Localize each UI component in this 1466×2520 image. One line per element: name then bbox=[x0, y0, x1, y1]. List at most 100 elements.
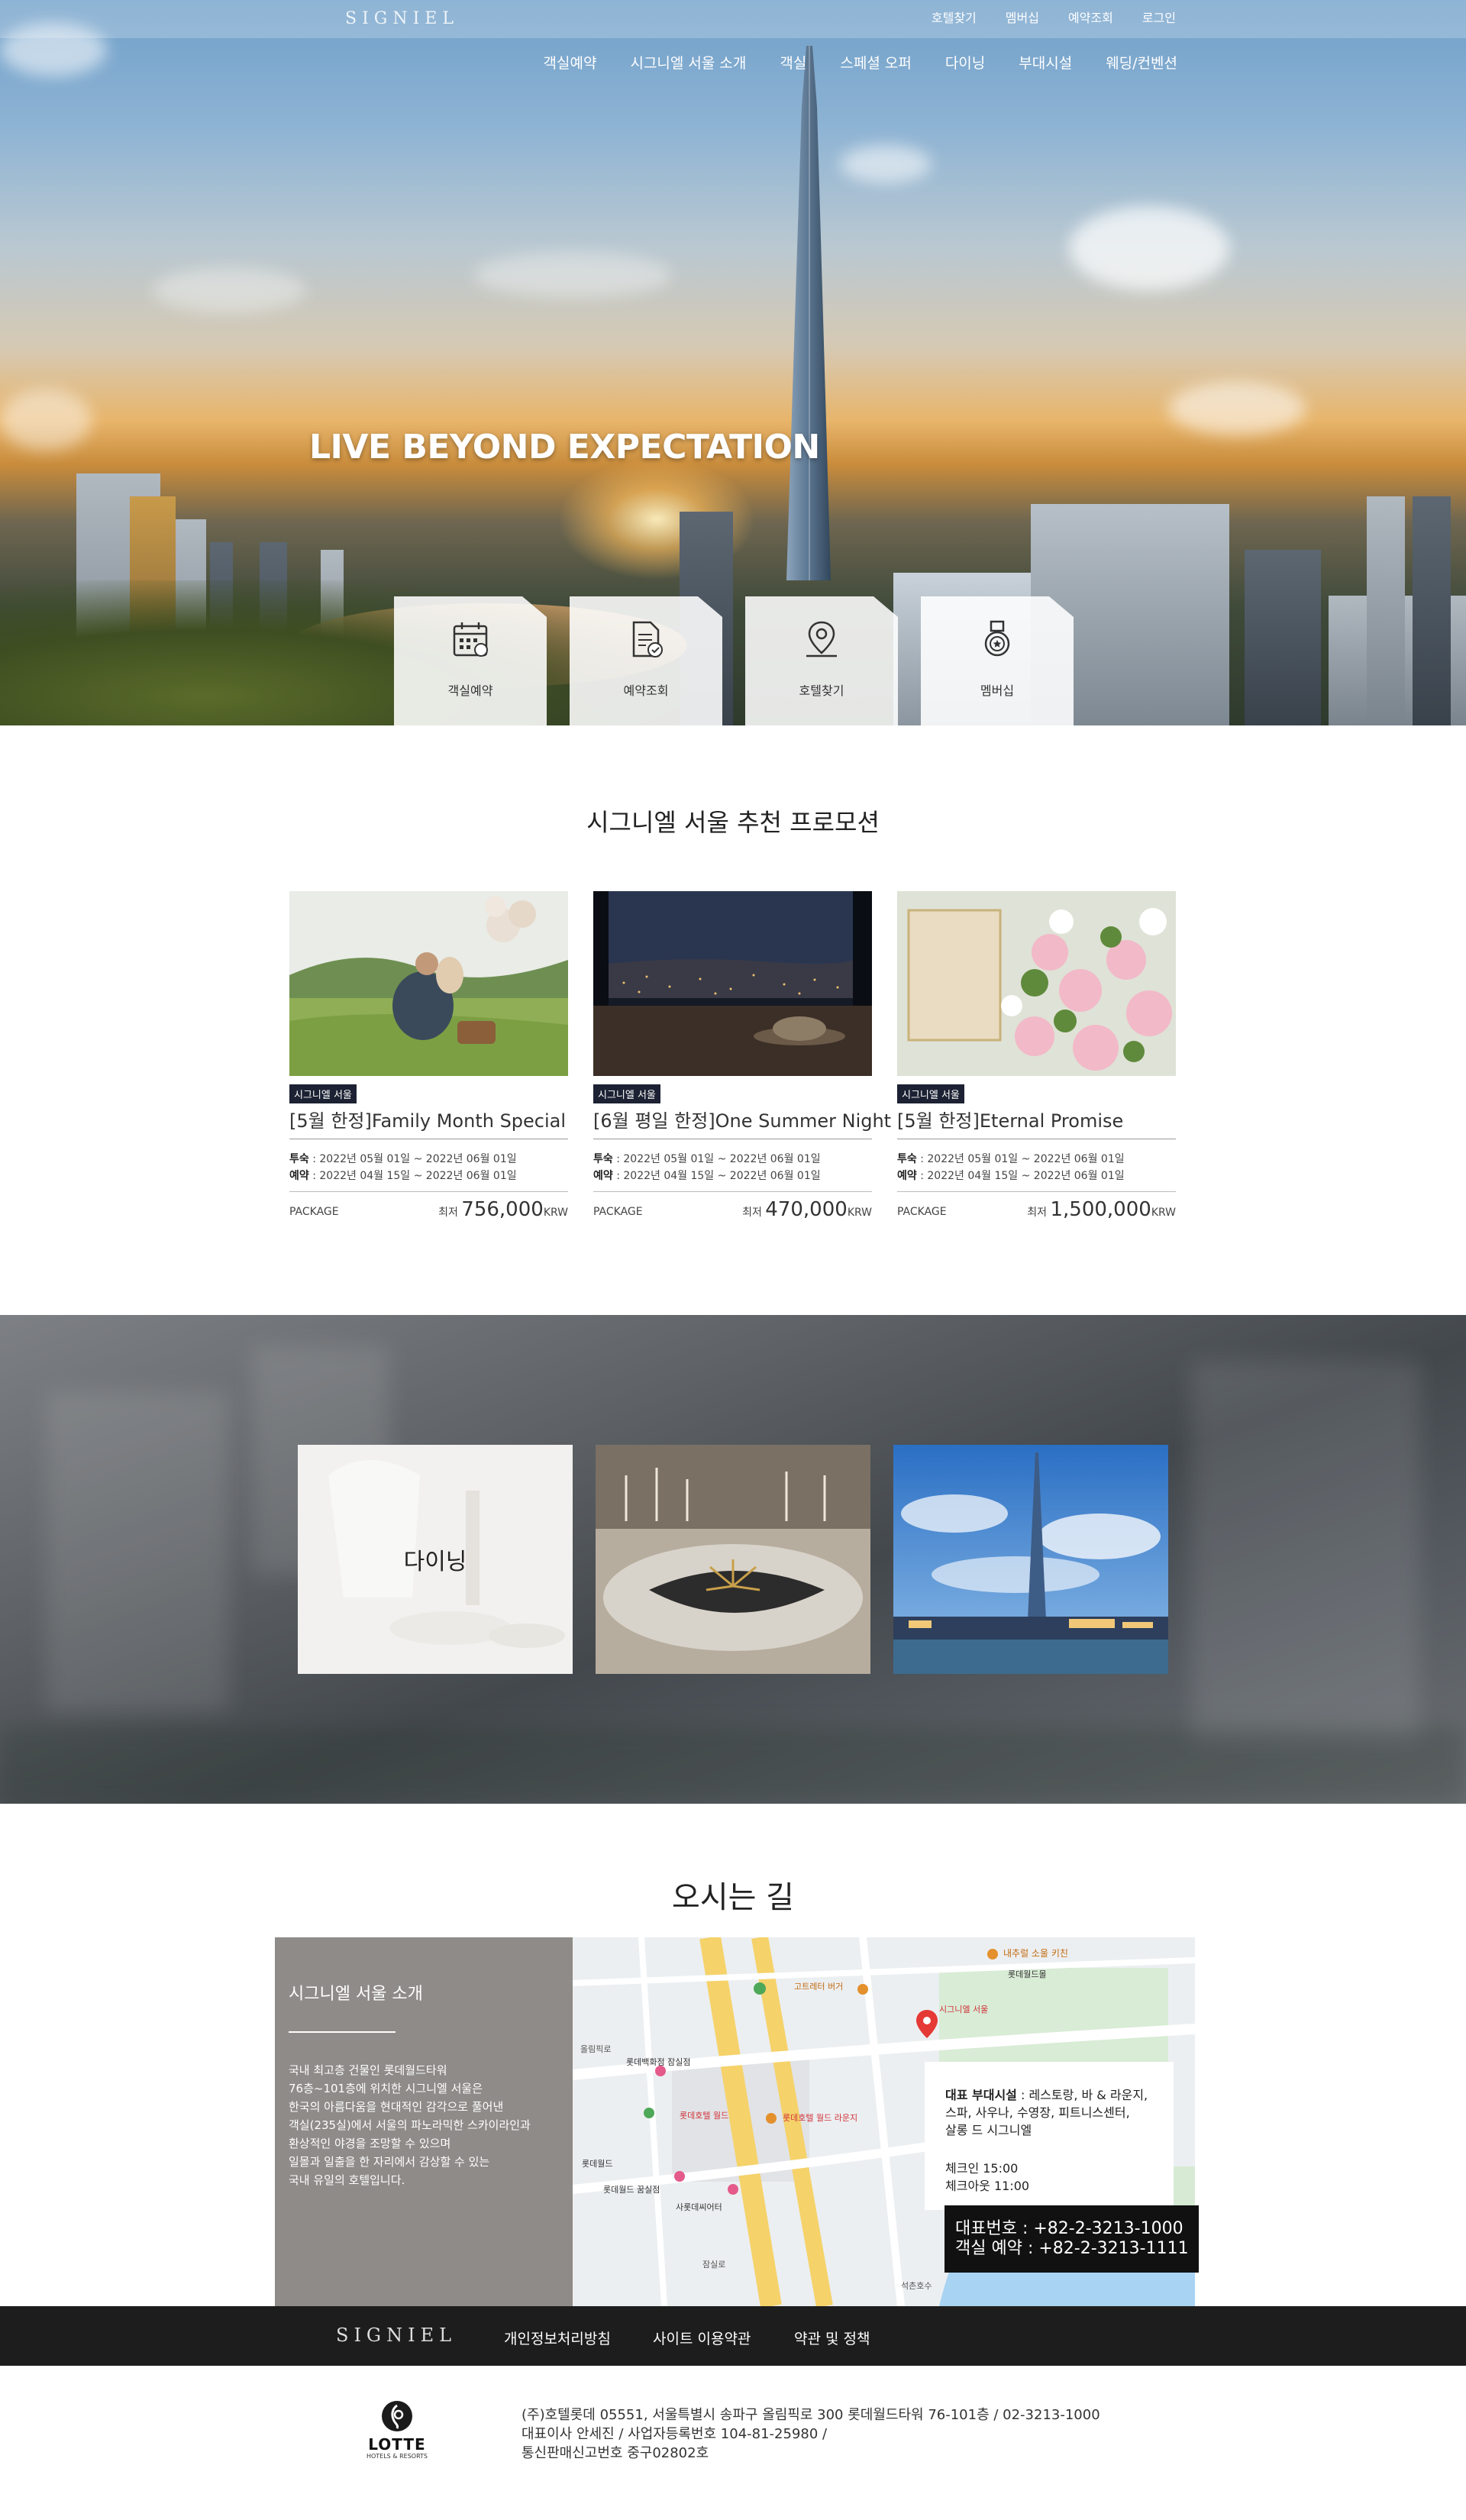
promotion-image-night-view bbox=[593, 891, 872, 1076]
util-login-link[interactable]: 로그인 bbox=[1142, 8, 1176, 26]
quick-reservation-check[interactable]: 예약조회 bbox=[570, 596, 722, 725]
signiel-logo[interactable]: SIGNIEL bbox=[345, 9, 459, 28]
cloud bbox=[473, 252, 672, 298]
nav-rooms[interactable]: 객실 bbox=[780, 52, 806, 73]
promotion-price: 최저 1,500,000KRW bbox=[1027, 1198, 1176, 1221]
cloud bbox=[1069, 206, 1229, 290]
map-label: 롯데월드몰 bbox=[1008, 1969, 1047, 1979]
company-info: (주)호텔롯데 05551, 서울특별시 송파구 올림픽로 300 롯데월드타워… bbox=[521, 2407, 1100, 2461]
promotion-image-family bbox=[289, 891, 568, 1076]
promotion-price: 최저 756,000KRW bbox=[438, 1198, 568, 1221]
lotte-world-tower-image bbox=[786, 46, 831, 580]
promotion-type: PACKAGE bbox=[897, 1206, 947, 1218]
building bbox=[1245, 550, 1321, 725]
blurred-building bbox=[46, 1391, 229, 1712]
map-label: 사롯데씨어터 bbox=[676, 2202, 722, 2212]
map-pin-icon bbox=[806, 621, 837, 657]
divider bbox=[593, 1191, 872, 1192]
tower-view-tile[interactable] bbox=[893, 1445, 1168, 1674]
cloud bbox=[153, 267, 305, 313]
calendar-icon bbox=[453, 622, 488, 657]
promotion-title[interactable]: [5월 한정]Family Month Special bbox=[289, 1106, 566, 1132]
promotion-image-flowers bbox=[897, 891, 1176, 1076]
nav-room-booking[interactable]: 객실예약 bbox=[544, 52, 597, 73]
quick-hotel-finder[interactable]: 호텔찾기 bbox=[745, 596, 898, 725]
nav-wedding[interactable]: 웨딩/컨벤션 bbox=[1106, 52, 1177, 73]
promotion-booking-period: 예약 : 2022년 04월 15일 ~ 2022년 06월 01일 bbox=[897, 1170, 1125, 1182]
nav-about[interactable]: 시그니엘 서울 소개 bbox=[630, 52, 746, 73]
lotte-emblem-icon bbox=[382, 2401, 412, 2431]
promotion-price: 최저 470,000KRW bbox=[742, 1198, 872, 1221]
promotion-type: PACKAGE bbox=[593, 1206, 643, 1218]
quick-membership[interactable]: 멤버십 bbox=[921, 596, 1074, 725]
map-label: 내추럴 소울 키친 bbox=[1003, 1948, 1068, 1959]
promotion-title[interactable]: [5월 한정]Eternal Promise bbox=[897, 1106, 1123, 1132]
document-check-icon bbox=[632, 621, 663, 657]
cloud bbox=[0, 389, 92, 451]
footer-signiel-logo[interactable]: SIGNIEL bbox=[336, 2325, 457, 2346]
promotion-card[interactable]: 시그니엘 서울 [5월 한정]Family Month Special 투숙 :… bbox=[289, 891, 568, 1227]
map-label: 롯데호텔 월드 라운지 bbox=[783, 2113, 858, 2123]
cloud bbox=[840, 145, 932, 183]
promotion-card[interactable]: 시그니엘 서울 [5월 한정]Eternal Promise 투숙 : 2022… bbox=[897, 891, 1176, 1227]
phone-numbers: 대표번호 : +82-2-3213-1000 객실 예약 : +82-2-321… bbox=[955, 2219, 1189, 2259]
hotel-intro-text: 국내 최고층 건물인 롯데월드타워 76층~101층에 위치한 시그니엘 서울은… bbox=[289, 2063, 531, 2187]
lotte-logo: LOTTE HOTELS & RESORTS bbox=[359, 2399, 435, 2460]
building bbox=[1413, 496, 1451, 725]
divider bbox=[289, 2031, 396, 2033]
terms-policy-link[interactable]: 약관 및 정책 bbox=[794, 2328, 870, 2348]
nav-facilities[interactable]: 부대시설 bbox=[1019, 52, 1072, 73]
dining-label: 다이닝 bbox=[403, 1549, 467, 1575]
tower-view-image bbox=[893, 1445, 1168, 1674]
blurred-ground bbox=[0, 1727, 1466, 1804]
check-times: 체크인 15:00 체크아웃 11:00 bbox=[945, 2161, 1030, 2193]
lotte-wordmark: LOTTE bbox=[368, 2435, 426, 2454]
table-setting-tile[interactable] bbox=[596, 1445, 870, 1674]
promotion-type: PACKAGE bbox=[289, 1206, 339, 1218]
privacy-policy-link[interactable]: 개인정보처리방침 bbox=[504, 2328, 611, 2348]
promotion-title[interactable]: [6월 평일 한정]One Summer Night bbox=[593, 1106, 891, 1132]
promotion-badge: 시그니엘 서울 bbox=[289, 1084, 357, 1103]
hotel-intro-title: 시그니엘 서울 소개 bbox=[289, 1985, 423, 2004]
quick-label: 예약조회 bbox=[623, 683, 669, 698]
facilities-text: 대표 부대시설 : 레스토랑, 바 & 라운지, 스파, 사우나, 수영장, 피… bbox=[945, 2088, 1148, 2137]
hero-slogan: LIVE BEYOND EXPECTATION bbox=[309, 428, 820, 467]
promotion-stay-period: 투숙 : 2022년 05월 01일 ~ 2022년 06월 01일 bbox=[897, 1153, 1125, 1165]
hotel-info-card: 대표 부대시설 : 레스토랑, 바 & 라운지, 스파, 사우나, 수영장, 피… bbox=[925, 2062, 1174, 2210]
util-reservation-check-link[interactable]: 예약조회 bbox=[1068, 8, 1113, 26]
promotion-badge: 시그니엘 서울 bbox=[897, 1084, 964, 1103]
blurred-building bbox=[1191, 1361, 1420, 1743]
promotion-stay-period: 투숙 : 2022년 05월 01일 ~ 2022년 06월 01일 bbox=[593, 1153, 821, 1165]
map-label: 올림픽로 bbox=[580, 2044, 612, 2054]
quick-room-booking[interactable]: 객실예약 bbox=[394, 596, 547, 725]
map-label: 롯데월드 꿈실점 bbox=[603, 2185, 660, 2195]
util-membership-link[interactable]: 멤버십 bbox=[1006, 8, 1039, 26]
dining-tile[interactable]: 다이닝 bbox=[298, 1445, 573, 1674]
map-label: 롯데호텔 월드 bbox=[680, 2111, 729, 2121]
hotel-intro-panel: 시그니엘 서울 소개 국내 최고층 건물인 롯데월드타워 76층~101층에 위… bbox=[275, 1937, 573, 2306]
map-label: 롯데백화점 잠실점 bbox=[626, 2057, 691, 2067]
room-booking-phone[interactable]: 객실 예약 : +82-2-3213-1111 bbox=[955, 2239, 1189, 2259]
top-bar bbox=[0, 0, 1466, 38]
promotion-badge: 시그니엘 서울 bbox=[593, 1084, 660, 1103]
util-hotel-finder-link[interactable]: 호텔찾기 bbox=[932, 8, 977, 26]
promotions-title: 시그니엘 서울 추천 프로모션 bbox=[586, 808, 880, 837]
main-phone[interactable]: 대표번호 : +82-2-3213-1000 bbox=[955, 2219, 1189, 2239]
divider bbox=[289, 1191, 568, 1192]
building bbox=[1367, 496, 1405, 725]
quick-label: 객실예약 bbox=[447, 683, 493, 698]
site-terms-link[interactable]: 사이트 이용약관 bbox=[653, 2328, 751, 2348]
promotion-booking-period: 예약 : 2022년 04월 15일 ~ 2022년 06월 01일 bbox=[289, 1170, 517, 1182]
promotion-card[interactable]: 시그니엘 서울 [6월 평일 한정]One Summer Night 투숙 : … bbox=[593, 891, 891, 1227]
nav-dining[interactable]: 다이닝 bbox=[945, 52, 985, 73]
nav-special-offers[interactable]: 스페셜 오퍼 bbox=[840, 52, 911, 73]
quick-label: 호텔찾기 bbox=[799, 683, 844, 698]
location-title: 오시는 길 bbox=[672, 1880, 794, 1915]
cloud bbox=[1168, 382, 1306, 435]
phone-box: 대표번호 : +82-2-3213-1000 객실 예약 : +82-2-321… bbox=[945, 2205, 1199, 2273]
map-label: 석촌호수 bbox=[901, 2281, 932, 2291]
map-label: 시그니엘 서울 bbox=[939, 2005, 989, 2014]
lotte-sub: HOTELS & RESORTS bbox=[366, 2453, 428, 2460]
hero-section: SIGNIEL 호텔찾기 멤버십 예약조회 로그인 객실예약 시그니엘 서울 소… bbox=[0, 0, 1466, 725]
divider bbox=[897, 1191, 1176, 1192]
